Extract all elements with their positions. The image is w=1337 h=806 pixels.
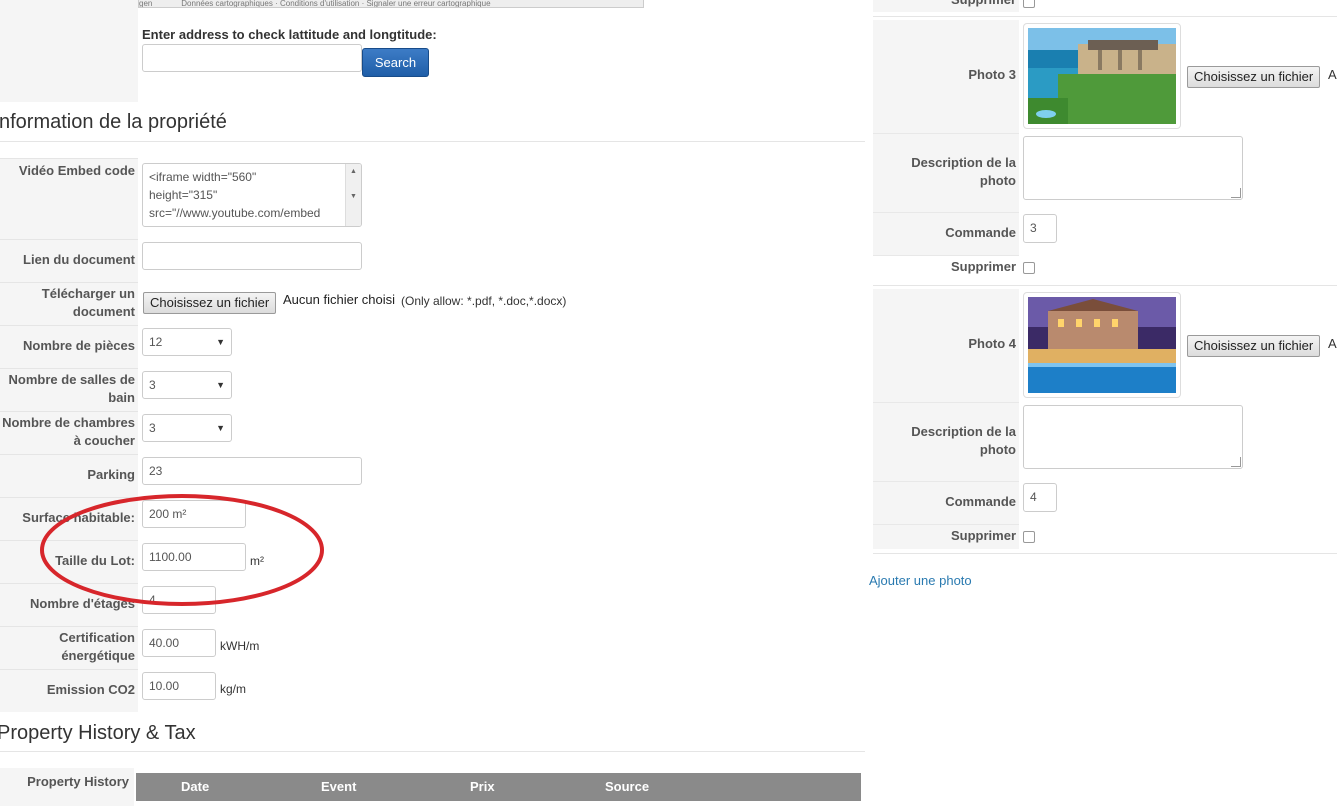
history-col-prix: Prix	[470, 779, 495, 794]
energy-input[interactable]: 40.00	[142, 629, 216, 657]
search-button[interactable]: Search	[362, 48, 429, 77]
upload-choose-button[interactable]: Choisissez un fichier	[143, 292, 277, 314]
bedrooms-label: Nombre de chambres à coucher	[2, 415, 135, 448]
upload-hint: (Only allow: *.pdf, *.doc,*.docx)	[401, 294, 567, 308]
bedrooms-select[interactable]: 3	[142, 414, 232, 442]
row-divider	[873, 255, 1019, 256]
row-divider	[0, 368, 138, 369]
history-col-source: Source	[605, 779, 650, 794]
rooms-select[interactable]: 12	[142, 328, 232, 356]
address-input[interactable]	[142, 44, 362, 72]
row-divider	[0, 282, 138, 283]
bedrooms-value: 3	[149, 421, 156, 435]
baths-label: Nombre de salles de bain	[8, 372, 135, 405]
photo4-desc-label: Description de la photo	[911, 424, 1016, 457]
resize-grip-icon[interactable]	[1231, 457, 1241, 467]
row-divider	[0, 325, 138, 326]
photo3-delete-label: Supprimer	[950, 259, 1016, 274]
row-divider	[0, 626, 138, 627]
photo4-label: Photo 4	[968, 336, 1016, 351]
photo3-label-cell	[873, 20, 1019, 256]
row-divider	[0, 411, 138, 412]
energy-unit: kWH/m	[220, 639, 260, 653]
energy-label: Certification énergétique	[59, 630, 135, 663]
co2-input[interactable]: 10.00	[142, 672, 216, 700]
video-embed-textarea[interactable]: <iframe width="560" height="315" src="//…	[142, 163, 362, 227]
row-divider	[873, 402, 1019, 403]
photo-top-delete-label: Supprimer	[873, 0, 1016, 9]
row-divider	[873, 481, 1019, 482]
rooms-value: 12	[149, 335, 163, 349]
divider	[873, 16, 1337, 17]
divider	[873, 553, 1337, 554]
textarea-scrollbar[interactable]: ▲ ▼	[345, 164, 361, 226]
resize-grip-icon[interactable]	[1231, 188, 1241, 198]
row-divider	[0, 669, 138, 670]
photo4-trailing-text: A	[1328, 336, 1337, 351]
history-table-header: Date Event Prix Source	[136, 773, 861, 801]
doc-link-label: Lien du document	[23, 252, 135, 267]
baths-value: 3	[149, 378, 156, 392]
video-embed-value: <iframe width="560" height="315" src="//…	[149, 170, 321, 226]
divider	[873, 285, 1337, 286]
photo4-delete-label: Supprimer	[950, 528, 1016, 543]
photo3-image	[1028, 28, 1176, 124]
photo4-order-input[interactable]: 4	[1023, 483, 1057, 512]
photo4-choose-button[interactable]: Choisissez un fichier	[1187, 335, 1321, 357]
video-embed-label: Vidéo Embed code	[18, 163, 135, 178]
map-google-partial: gen	[139, 0, 153, 8]
divider	[0, 141, 865, 142]
divider	[0, 751, 865, 752]
row-divider	[0, 158, 138, 159]
photo4-thumbnail	[1023, 292, 1181, 398]
history-section-title: Property History & Tax	[0, 722, 196, 744]
photo3-delete-checkbox[interactable]	[1023, 262, 1035, 274]
left-label-column	[0, 0, 138, 102]
parking-label: Parking	[87, 467, 135, 482]
row-divider	[0, 239, 138, 240]
parking-input[interactable]: 23	[142, 457, 362, 485]
photo-top-delete-checkbox[interactable]	[1023, 0, 1035, 8]
photo3-label: Photo 3	[968, 67, 1016, 82]
annotation-ellipse	[40, 494, 324, 606]
map-strip: gen Données cartographiques · Conditions…	[138, 0, 644, 8]
history-col-date: Date	[181, 779, 210, 794]
photo3-choose-button[interactable]: Choisissez un fichier	[1187, 66, 1321, 88]
photo3-desc-label: Description de la photo	[911, 155, 1016, 188]
history-label: Property History	[27, 774, 129, 789]
co2-label: Emission CO2	[46, 682, 135, 697]
co2-unit: kg/m	[220, 682, 247, 696]
history-col-event: Event	[321, 779, 357, 794]
photo4-image	[1028, 297, 1176, 393]
row-divider	[0, 454, 138, 455]
photo3-trailing-text: A	[1328, 67, 1337, 82]
photo3-order-input[interactable]: 3	[1023, 214, 1057, 243]
add-photo-link[interactable]: Ajouter une photo	[869, 573, 972, 588]
photo4-desc-textarea[interactable]	[1023, 405, 1243, 469]
geo-prompt: Enter address to check lattitude and lon…	[142, 27, 437, 42]
row-divider	[873, 524, 1019, 525]
upload-label: Télécharger un document	[41, 286, 135, 319]
doc-link-input[interactable]	[142, 242, 362, 270]
upload-status: Aucun fichier choisi	[283, 292, 395, 307]
photo3-order-label: Commande	[945, 225, 1016, 240]
row-divider	[873, 212, 1019, 213]
photo4-order-label: Commande	[945, 494, 1016, 509]
row-divider	[873, 133, 1019, 134]
photo3-thumbnail	[1023, 23, 1181, 129]
baths-select[interactable]: 3	[142, 371, 232, 399]
info-section-title: nformation de la propriété	[0, 111, 227, 133]
map-footer-links[interactable]: Données cartographiques · Conditions d'u…	[181, 0, 490, 7]
photo3-desc-textarea[interactable]	[1023, 136, 1243, 200]
photo4-delete-checkbox[interactable]	[1023, 531, 1035, 543]
rooms-label: Nombre de pièces	[23, 338, 135, 353]
